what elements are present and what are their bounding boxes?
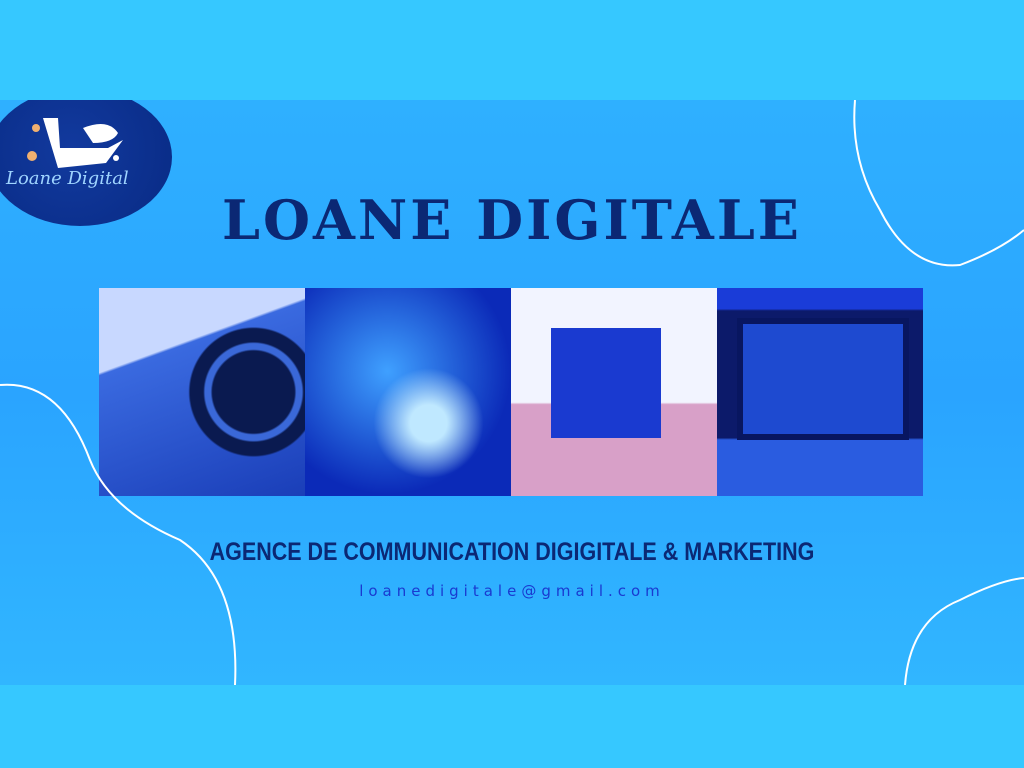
decorative-curves — [0, 100, 1024, 685]
banner: Loane Digital LOANE DIGITALE AGENCE DE C… — [0, 100, 1024, 685]
